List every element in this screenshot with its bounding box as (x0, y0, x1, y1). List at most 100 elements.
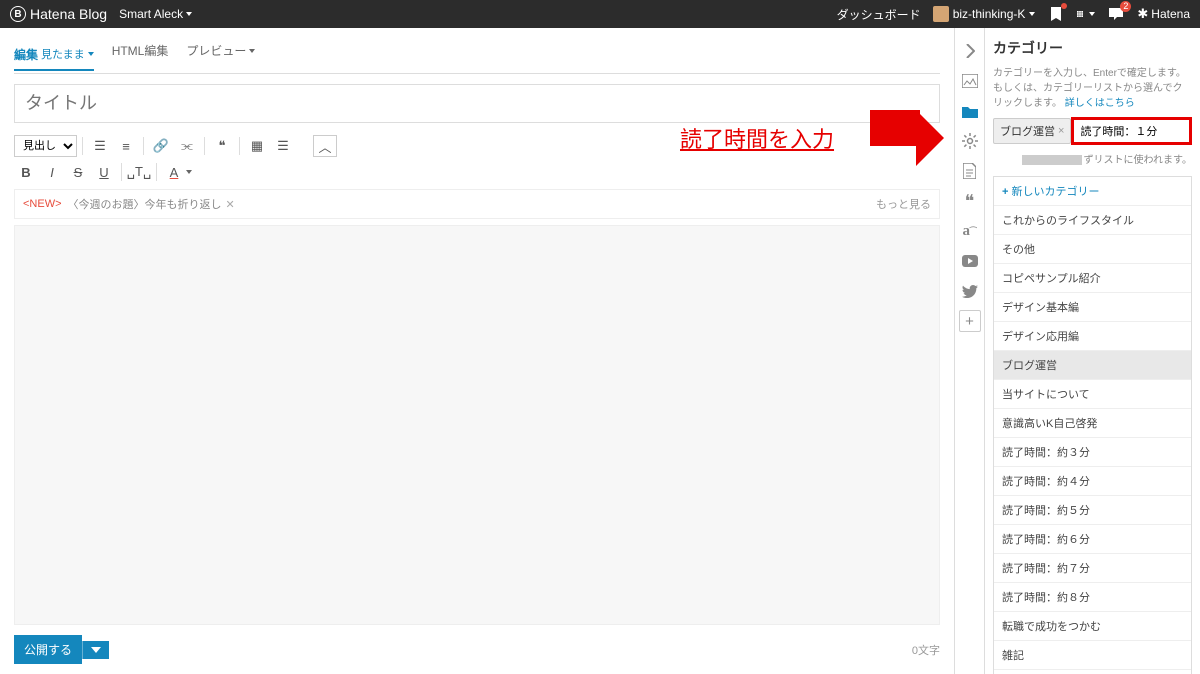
folder-icon[interactable] (955, 96, 985, 126)
caret-down-icon (186, 170, 192, 174)
hatena-link[interactable]: ✱ Hatena (1137, 6, 1190, 22)
sidebar-rail: ❝ a⁀ + (954, 28, 984, 674)
category-item[interactable]: これからのライフスタイル (994, 206, 1191, 235)
dashboard-link[interactable]: ダッシュボード (837, 6, 921, 23)
category-item[interactable]: 読了時間：約６分 (994, 525, 1191, 554)
publish-options-button[interactable] (82, 641, 109, 659)
category-item[interactable]: その他 (994, 235, 1191, 264)
tab-edit[interactable]: 編集 見たまま (14, 46, 94, 71)
twitter-icon[interactable] (955, 276, 985, 306)
apps-grid-icon[interactable] (1077, 5, 1095, 23)
editor-tabs: 編集 見たまま HTML編集 プレビュー (14, 28, 940, 74)
tab-html[interactable]: HTML編集 (112, 42, 169, 65)
tab-html-label: HTML編集 (112, 42, 169, 59)
category-item[interactable]: 意識高いK自己啓発 (994, 409, 1191, 438)
title-row (14, 84, 940, 123)
editor-body[interactable] (14, 225, 940, 625)
category-item[interactable]: デザイン応用編 (994, 322, 1191, 351)
underline-icon[interactable]: U (92, 161, 116, 183)
category-item[interactable]: 雑記 (994, 641, 1191, 670)
caret-down-icon (1029, 12, 1035, 16)
link-icon[interactable]: 🔗 (149, 135, 173, 157)
promo-new-label: <NEW> (23, 198, 62, 210)
font-size-icon[interactable]: ␣T␣ (127, 161, 151, 183)
close-icon[interactable]: ✕ (226, 198, 235, 211)
panel-help: カテゴリーを入力し、Enterで確定します。もしくは、カテゴリーリストから選んで… (993, 66, 1192, 111)
publish-label: 公開する (24, 641, 72, 658)
panel-note-text: ずリストに使われます。 (1084, 155, 1193, 166)
category-item[interactable]: 読了時間：約７分 (994, 554, 1191, 583)
heading-select[interactable]: 見出し (14, 135, 77, 157)
logo-text: Hatena Blog (30, 6, 107, 22)
format-toolbar: 見出し ☰ ≡ 🔗 ⫘ ❝ ▦ ☰ ︿ B I S U (14, 133, 940, 189)
caret-down-icon (1089, 12, 1095, 16)
global-header: B Hatena Blog Smart Aleck ダッシュボード biz-th… (0, 0, 1200, 28)
editor-footer: 公開する 0文字 (14, 625, 940, 674)
category-item[interactable]: コピペサンプル紹介 (994, 264, 1191, 293)
amazon-icon[interactable]: a⁀ (955, 216, 985, 246)
tag-chip[interactable]: ブログ運営 × (993, 118, 1071, 144)
category-item[interactable]: 読了時間：約３分 (994, 438, 1191, 467)
bullet-list-icon[interactable]: ☰ (88, 135, 112, 157)
tag-input-highlight (1071, 117, 1192, 145)
collapse-toolbar-icon[interactable]: ︿ (313, 135, 337, 157)
font-color-icon[interactable]: A (162, 161, 186, 183)
quote-icon[interactable]: ❝ (210, 135, 234, 157)
panel-title: カテゴリー (993, 38, 1192, 58)
category-item[interactable]: 当サイトについて (994, 380, 1191, 409)
image-icon[interactable] (955, 66, 985, 96)
italic-icon[interactable]: I (40, 161, 64, 183)
category-item[interactable]: 転職で成功をつかむ (994, 612, 1191, 641)
category-item[interactable]: 読了時間：約８分 (994, 583, 1191, 612)
promo-more-link[interactable]: もっと見る (876, 196, 931, 212)
gear-icon[interactable] (955, 126, 985, 156)
notification-icon[interactable]: 2 (1107, 5, 1125, 23)
bold-icon[interactable]: B (14, 161, 38, 183)
category-item[interactable]: ブログ運営 (994, 351, 1191, 380)
tab-preview-label: プレビュー (186, 42, 246, 59)
tag-chip-label: ブログ運営 (1000, 123, 1055, 139)
hatena-asterisk-icon: ✱ (1137, 6, 1148, 22)
category-list: 新しいカテゴリー これからのライフスタイルその他コピペサンプル紹介デザイン基本編… (993, 176, 1192, 674)
panel-help-link[interactable]: 詳しくはこちら (1065, 98, 1135, 109)
publish-button[interactable]: 公開する (14, 635, 82, 664)
tab-edit-label: 編集 (14, 46, 38, 63)
promo-banner: <NEW> 〈今週のお題〉今年も折り返し ✕ もっと見る (14, 189, 940, 219)
blog-name-dropdown[interactable]: Smart Aleck (119, 7, 192, 21)
caret-down-icon (186, 12, 192, 16)
category-item[interactable]: 読了時間：約４分 (994, 467, 1191, 496)
tag-input-row: ブログ運営 × (993, 117, 1192, 145)
badge-dot (1061, 3, 1067, 9)
add-rail-icon[interactable]: + (959, 310, 981, 332)
user-menu[interactable]: biz-thinking-K (933, 6, 1036, 22)
strike-icon[interactable]: S (66, 161, 90, 183)
username: biz-thinking-K (953, 7, 1026, 21)
table-icon[interactable]: ▦ (245, 135, 269, 157)
blog-name-label: Smart Aleck (119, 7, 183, 21)
bookmark-icon[interactable] (1047, 5, 1065, 23)
hatena-blog-logo[interactable]: B Hatena Blog (10, 6, 107, 22)
numbered-list-icon[interactable]: ≡ (114, 135, 138, 157)
tab-edit-mode: 見たまま (41, 46, 85, 62)
category-item[interactable]: デザイン基本編 (994, 293, 1191, 322)
quote-rail-icon[interactable]: ❝ (955, 186, 985, 216)
category-item[interactable]: 読了時間：１分 (994, 670, 1191, 674)
grey-block (1022, 155, 1082, 165)
title-input[interactable] (14, 84, 940, 123)
hatena-brand: Hatena (1151, 7, 1190, 21)
tab-preview[interactable]: プレビュー (186, 42, 255, 65)
category-input[interactable] (1076, 122, 1187, 140)
main-area: 編集 見たまま HTML編集 プレビュー 見出し ☰ ≡ 🔗 ⫘ (0, 28, 1200, 674)
caret-down-icon (249, 49, 255, 53)
unlink-icon[interactable]: ⫘ (175, 135, 199, 157)
header-right: ダッシュボード biz-thinking-K 2 ✱ Hatena (837, 5, 1190, 23)
document-icon[interactable] (955, 156, 985, 186)
add-category-item[interactable]: 新しいカテゴリー (994, 177, 1191, 206)
hr-icon[interactable]: ☰ (271, 135, 295, 157)
category-item[interactable]: 読了時間：約５分 (994, 496, 1191, 525)
tag-remove-icon[interactable]: × (1058, 125, 1064, 137)
chevron-right-icon[interactable] (955, 36, 985, 66)
youtube-icon[interactable] (955, 246, 985, 276)
hatena-logo-icon: B (10, 6, 26, 22)
category-panel: カテゴリー カテゴリーを入力し、Enterで確定します。もしくは、カテゴリーリス… (984, 28, 1200, 674)
